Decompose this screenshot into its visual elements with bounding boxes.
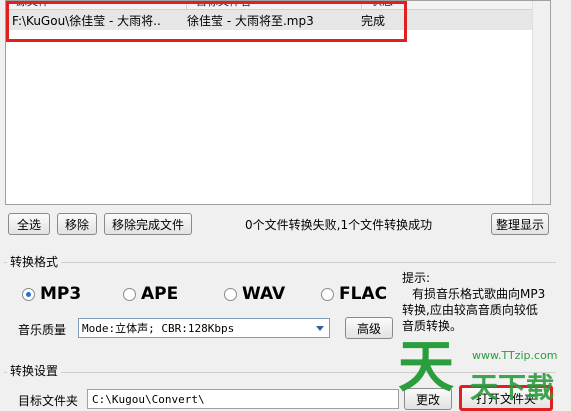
advanced-button[interactable]: 高级 xyxy=(345,317,393,339)
format-title: 转换格式 xyxy=(7,253,62,270)
quality-label: 音乐质量 xyxy=(18,323,67,337)
settings-title: 转换设置 xyxy=(7,362,62,379)
radio-icon xyxy=(321,287,334,301)
radio-ape[interactable]: APE xyxy=(123,284,178,304)
radio-icon xyxy=(224,287,237,301)
tidy-button[interactable]: 整理显示 xyxy=(491,213,549,235)
target-folder-label: 目标文件夹 xyxy=(18,394,79,408)
tip-line: 转换,应由较高音质向较低 xyxy=(402,303,538,317)
remove-done-button[interactable]: 移除完成文件 xyxy=(104,213,192,235)
select-all-button[interactable]: 全选 xyxy=(8,213,50,235)
watermark-text-icon: 天下载 xyxy=(470,371,555,404)
radio-icon xyxy=(123,287,136,301)
radio-wav[interactable]: WAV xyxy=(224,284,285,304)
radio-flac[interactable]: FLAC xyxy=(321,284,387,304)
file-list[interactable]: 源文件 目标文件名 状态 F:\KuGou\徐佳莹 - 大雨将.. 徐佳莹 - … xyxy=(5,0,551,205)
chevron-down-icon xyxy=(316,326,324,331)
highlight-box xyxy=(6,1,407,42)
quality-select[interactable]: Mode:立体声; CBR:128Kbps xyxy=(78,318,330,338)
tip-title: 提示: xyxy=(402,271,431,285)
radio-mp3[interactable]: MP3 xyxy=(22,284,81,304)
tip-box: 提示: 有损音乐格式歌曲向MP3 转换,应由较高音质向较低 音质转换。 xyxy=(402,270,562,334)
radio-selected-icon xyxy=(22,287,35,301)
status-text: 0个文件转换失败,1个文件转换成功 xyxy=(245,218,433,232)
remove-button[interactable]: 移除 xyxy=(57,213,97,235)
watermark-url: www.TTzip.com xyxy=(472,349,558,362)
scrollbar[interactable] xyxy=(532,1,550,204)
tip-line: 音质转换。 xyxy=(402,319,463,333)
tip-line: 有损音乐格式歌曲向MP3 xyxy=(412,287,546,301)
watermark-logo-icon: 天 xyxy=(398,335,454,400)
target-folder-input[interactable]: C:\Kugou\Convert\ xyxy=(87,389,399,409)
